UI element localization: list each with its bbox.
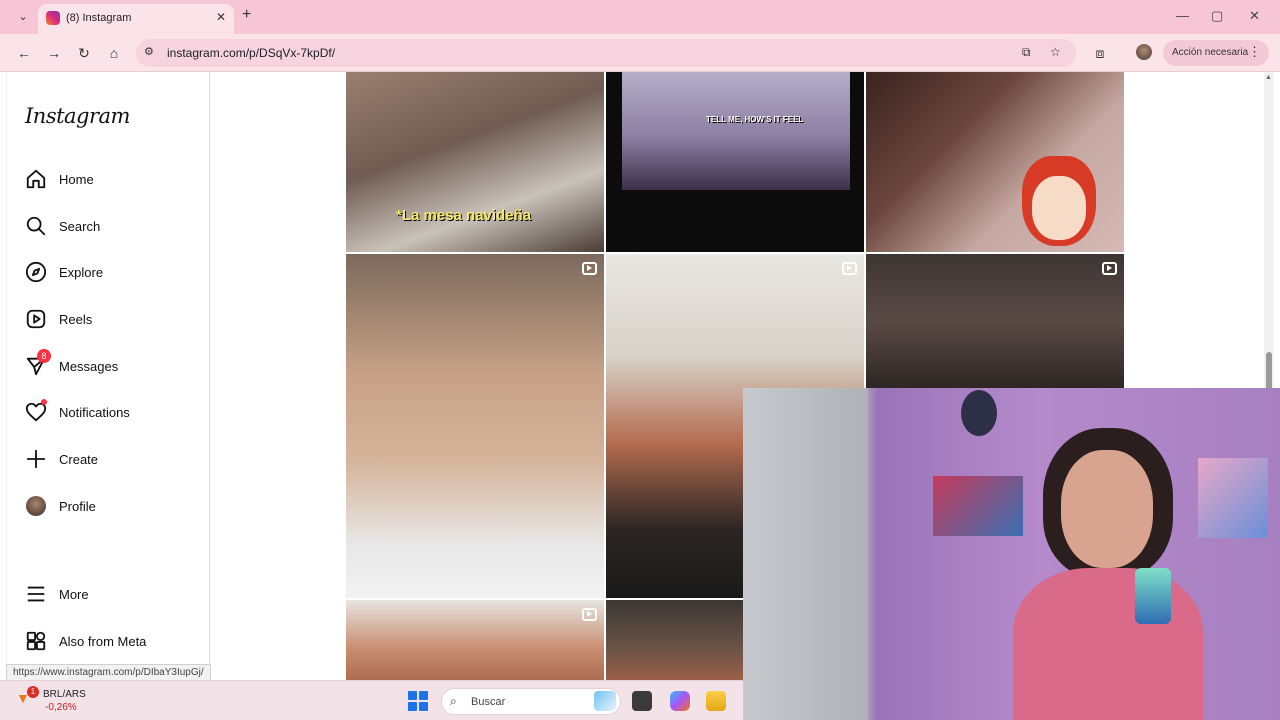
link-hover-status: https://www.instagram.com/p/DIbaY3IupGj/: [6, 664, 211, 681]
reel-icon: [1102, 262, 1117, 275]
search-icon: ⌕: [450, 694, 457, 708]
sidebar-item-create[interactable]: Create: [25, 444, 205, 476]
post-thumbnail[interactable]: [346, 254, 604, 598]
tab-title: (8) Instagram: [66, 12, 132, 24]
sidebar-item-label: Also from Meta: [59, 634, 147, 649]
sidebar-item-also-from-meta[interactable]: Also from Meta: [25, 626, 205, 658]
reel-icon: [582, 608, 597, 621]
sidebar-item-notifications[interactable]: Notifications: [25, 397, 205, 429]
window-minimize-button[interactable]: —: [1176, 8, 1189, 23]
sidebar-item-more[interactable]: More: [25, 579, 205, 611]
tab-close-icon[interactable]: ✕: [216, 10, 226, 24]
post-thumbnail[interactable]: *La mesa navideña: [346, 72, 604, 252]
sidebar-item-label: Create: [59, 452, 99, 467]
home-icon[interactable]: ⌂: [104, 43, 124, 63]
windows-taskbar: ▼ 1 BRL/ARS -0,26% ⌕ Buscar: [0, 680, 743, 720]
webcam-person-face: [1061, 450, 1153, 568]
taskbar-search-placeholder: Buscar: [471, 696, 506, 708]
new-tab-button[interactable]: +: [242, 6, 251, 24]
scroll-up-arrow-icon[interactable]: ▲: [1265, 74, 1272, 81]
ticker-name[interactable]: BRL/ARS: [43, 689, 86, 700]
forward-icon[interactable]: →: [44, 43, 64, 63]
webcam-person-body: [1013, 568, 1203, 720]
anime-character-face: [1032, 176, 1086, 240]
window-maximize-button[interactable]: ▢: [1211, 8, 1223, 24]
meta-apps-icon: [26, 631, 46, 651]
plus-icon: [26, 449, 46, 469]
video-frame: TELL ME, HOW'S IT FEEL: [622, 72, 850, 190]
webcam-door: [743, 388, 868, 720]
instagram-sidebar: Instagram Home Search Explore Reels 8 Me…: [7, 72, 210, 680]
sidebar-item-label: Search: [59, 219, 101, 234]
menu-icon: [27, 586, 45, 602]
post-thumbnail[interactable]: [346, 600, 604, 680]
sidebar-item-label: Messages: [59, 359, 119, 374]
sidebar-item-messages[interactable]: 8 Messages: [25, 349, 205, 383]
sidebar-item-search[interactable]: Search: [25, 211, 205, 243]
webcam-overlay: [743, 388, 1280, 720]
post-thumbnail[interactable]: [606, 600, 743, 680]
post-caption-overlay: *La mesa navideña: [396, 207, 532, 224]
reload-icon[interactable]: ↻: [74, 43, 94, 63]
url-text[interactable]: instagram.com/p/DSqVx-7kpDf/: [167, 46, 335, 60]
browser-profile-avatar[interactable]: [1136, 44, 1152, 60]
webcam-wall-mask: [961, 390, 997, 436]
sidebar-item-label: Notifications: [59, 405, 130, 420]
browser-toolbar: ← → ↻ ⌂ ⚙ instagram.com/p/DSqVx-7kpDf/ ⧉…: [0, 34, 1280, 72]
address-bar[interactable]: ⚙ instagram.com/p/DSqVx-7kpDf/ ⧉ ☆: [136, 39, 1076, 67]
window-edge: [0, 72, 7, 680]
post-thumbnail[interactable]: TELL ME, HOW'S IT FEEL: [606, 72, 864, 252]
browser-tab-strip: ⌄ (8) Instagram ✕ + — ▢ ✕: [0, 0, 1280, 34]
messages-count-badge: 8: [37, 349, 51, 363]
back-icon[interactable]: ←: [14, 43, 34, 63]
windows-start-icon[interactable]: [408, 691, 428, 711]
extensions-icon[interactable]: ⧈: [1090, 43, 1110, 63]
post-thumbnail[interactable]: [866, 72, 1124, 252]
sidebar-item-label: More: [59, 587, 89, 602]
sidebar-item-label: Profile: [59, 499, 96, 514]
sidebar-item-label: Reels: [59, 312, 93, 327]
file-explorer-icon[interactable]: [706, 691, 726, 711]
task-view-icon[interactable]: [632, 691, 652, 711]
post-thumbnail[interactable]: [866, 254, 1124, 388]
search-icon: [26, 216, 46, 236]
browser-tab[interactable]: (8) Instagram ✕: [38, 4, 234, 34]
avatar: [26, 496, 46, 516]
sidebar-item-reels[interactable]: Reels: [25, 304, 205, 336]
browser-menu-icon[interactable]: ⋮: [1248, 44, 1261, 60]
sidebar-item-label: Explore: [59, 265, 104, 280]
site-info-icon[interactable]: ⚙: [144, 45, 154, 58]
bookmark-star-icon[interactable]: ☆: [1050, 45, 1061, 59]
sidebar-item-label: Home: [59, 172, 94, 187]
tab-list-button[interactable]: ⌄: [12, 7, 34, 27]
compass-icon: [25, 261, 47, 283]
ticker-change: -0,26%: [45, 702, 77, 713]
notification-dot: [41, 399, 47, 405]
reel-icon: [582, 262, 597, 275]
weather-widget-icon[interactable]: [594, 691, 616, 711]
action-needed-button[interactable]: Acción necesaria ⋮: [1163, 40, 1269, 66]
scrollbar-thumb[interactable]: [1266, 352, 1272, 392]
action-needed-label: Acción necesaria: [1172, 47, 1249, 58]
window-close-button[interactable]: ✕: [1249, 8, 1260, 24]
instagram-logo[interactable]: Instagram: [25, 104, 130, 128]
sidebar-item-home[interactable]: Home: [25, 164, 205, 196]
reels-icon: [26, 309, 46, 329]
webcam-wall-poster: [1198, 458, 1268, 538]
ticker-badge: 1: [27, 686, 39, 698]
reel-icon: [842, 262, 857, 275]
instagram-favicon-icon: [46, 11, 60, 25]
sidebar-item-profile[interactable]: Profile: [25, 491, 205, 523]
install-app-icon[interactable]: ⧉: [1022, 45, 1031, 60]
copilot-icon[interactable]: [670, 691, 690, 711]
webcam-wall-poster: [933, 476, 1023, 536]
post-caption-overlay: TELL ME, HOW'S IT FEEL: [706, 115, 804, 124]
webcam-microphone: [1135, 568, 1171, 624]
sidebar-item-explore[interactable]: Explore: [25, 257, 205, 289]
home-icon: [26, 169, 46, 189]
